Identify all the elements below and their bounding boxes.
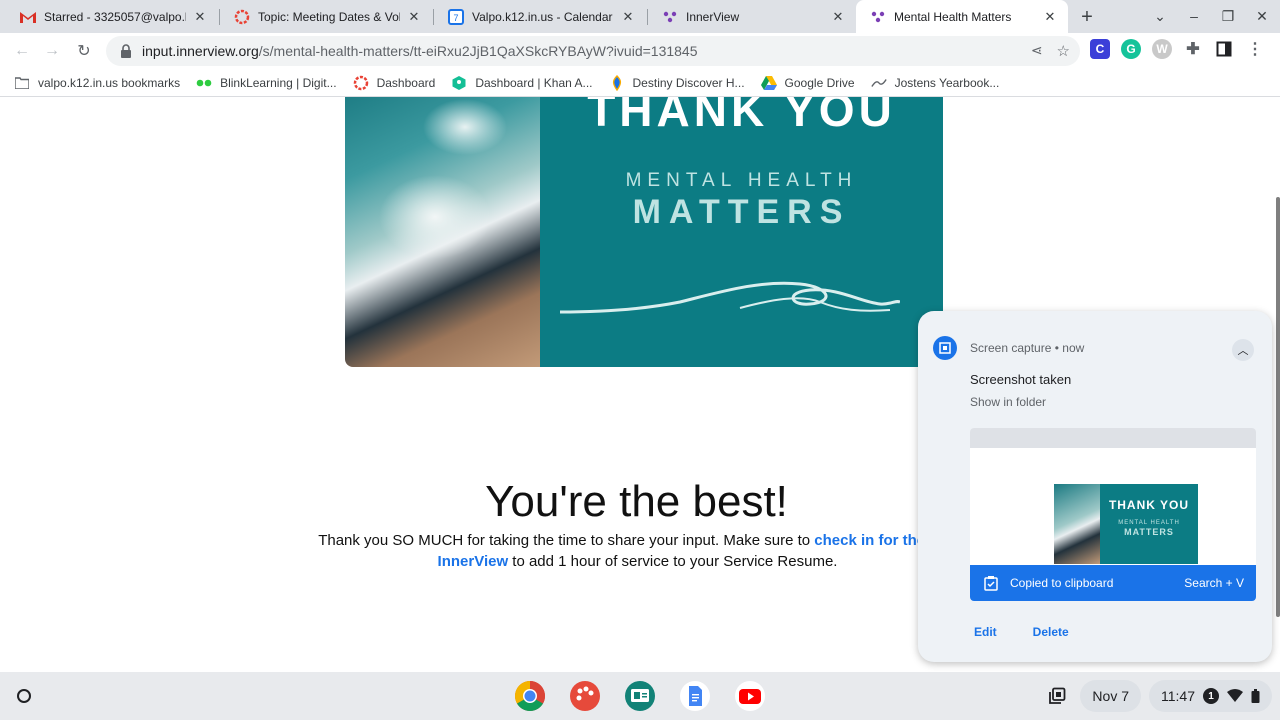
notification-actions: Edit Delete bbox=[974, 625, 1069, 639]
docs-icon bbox=[680, 681, 710, 711]
holding-space-button[interactable] bbox=[1042, 680, 1072, 712]
window-controls: ⌄ – ❐ ✕ bbox=[1150, 6, 1272, 26]
extensions-row: C G W ✚ ⋮ bbox=[1090, 39, 1265, 59]
tab-topic[interactable]: Topic: Meeting Dates & Volunteer ✕ bbox=[220, 0, 432, 33]
banner-thank-you: THANK YOU bbox=[587, 97, 896, 136]
reload-icon[interactable]: ↻ bbox=[72, 39, 96, 63]
thumbnail-tabbar bbox=[970, 428, 1256, 448]
toolbar: ← → ↻ input.innerview.org/s/mental-healt… bbox=[0, 33, 1280, 69]
launcher-icon bbox=[17, 689, 31, 703]
share-icon[interactable]: ⋖ bbox=[1031, 42, 1043, 60]
holding-space-icon bbox=[1049, 687, 1066, 704]
ocean-photo bbox=[345, 97, 540, 367]
close-icon[interactable]: ✕ bbox=[192, 9, 208, 25]
more-menu-icon[interactable]: ⋮ bbox=[1245, 39, 1265, 59]
status-tray: Nov 7 11:47 1 bbox=[1042, 680, 1272, 712]
lock-icon[interactable] bbox=[118, 43, 134, 59]
ring-icon bbox=[353, 75, 369, 91]
chrome-app[interactable] bbox=[512, 678, 548, 714]
close-icon[interactable]: ✕ bbox=[830, 9, 846, 25]
docs-app[interactable] bbox=[677, 678, 713, 714]
ring-icon bbox=[234, 9, 250, 25]
classroom-app[interactable] bbox=[622, 678, 658, 714]
collapse-chevron-icon[interactable]: ︿ bbox=[1232, 339, 1254, 361]
notification-title: Screenshot taken bbox=[970, 372, 1072, 387]
tab-calendar[interactable]: 7 Valpo.k12.in.us - Calendar - Week ✕ bbox=[434, 0, 646, 33]
chrome-icon bbox=[514, 681, 546, 712]
bookmark-drive[interactable]: Google Drive bbox=[760, 75, 855, 91]
youtube-app[interactable] bbox=[732, 678, 768, 714]
close-icon[interactable]: ✕ bbox=[620, 9, 636, 25]
minimize-icon[interactable]: – bbox=[1184, 6, 1204, 26]
innerview-link[interactable]: InnerView bbox=[438, 553, 509, 570]
youtube-icon bbox=[735, 681, 765, 711]
bookmark-khan[interactable]: Dashboard | Khan A... bbox=[451, 75, 593, 91]
address-bar[interactable]: input.innerview.org/s/mental-health-matt… bbox=[106, 36, 1080, 66]
clipboard-icon bbox=[982, 574, 1000, 592]
blink-icon bbox=[196, 75, 212, 91]
banner-matters: MATTERS bbox=[632, 193, 851, 231]
notification-source: Screen capture • now bbox=[970, 341, 1085, 355]
wave-decoration bbox=[560, 281, 900, 314]
innerview-icon bbox=[870, 9, 886, 25]
folder-icon bbox=[14, 75, 30, 91]
tab-mental-health[interactable]: Mental Health Matters ✕ bbox=[856, 0, 1068, 33]
close-window-icon[interactable]: ✕ bbox=[1252, 6, 1272, 26]
launcher-button[interactable] bbox=[8, 680, 40, 712]
bookmarks-bar: valpo.k12.in.us bookmarks BlinkLearning … bbox=[0, 69, 1280, 97]
calendar-icon: 7 bbox=[448, 8, 464, 25]
date-button[interactable]: Nov 7 bbox=[1080, 680, 1141, 712]
page-scrollbar[interactable] bbox=[1276, 197, 1280, 617]
bookmark-blink[interactable]: BlinkLearning | Digit... bbox=[196, 75, 337, 91]
forward-icon[interactable]: → bbox=[40, 39, 64, 63]
jostens-icon bbox=[870, 75, 887, 91]
notification-count-badge: 1 bbox=[1203, 688, 1219, 704]
side-panel-icon[interactable] bbox=[1214, 39, 1234, 59]
banner-panel: THANK YOU MENTAL HEALTH MATTERS bbox=[540, 97, 943, 367]
tab-starred[interactable]: Starred - 3325057@valpo.k12.in.us ✕ bbox=[6, 0, 218, 33]
extension-w-icon[interactable]: W bbox=[1152, 39, 1172, 59]
delete-button[interactable]: Delete bbox=[1033, 625, 1069, 639]
close-icon[interactable]: ✕ bbox=[406, 9, 422, 25]
thank-you-banner: THANK YOU MENTAL HEALTH MATTERS bbox=[345, 97, 943, 367]
back-icon[interactable]: ← bbox=[10, 39, 34, 63]
battery-icon bbox=[1251, 689, 1260, 703]
bookmark-star-icon[interactable]: ☆ bbox=[1057, 42, 1070, 60]
shelf: Nov 7 11:47 1 bbox=[0, 672, 1280, 720]
thumbnail-banner: THANK YOU MENTAL HEALTH MATTERS bbox=[1054, 484, 1198, 564]
drive-icon bbox=[760, 75, 777, 91]
tab-strip: Starred - 3325057@valpo.k12.in.us ✕ Topi… bbox=[0, 0, 1280, 33]
close-icon[interactable]: ✕ bbox=[1042, 9, 1058, 25]
edit-button[interactable]: Edit bbox=[974, 625, 997, 639]
bookmark-dashboard[interactable]: Dashboard bbox=[353, 75, 435, 91]
puzzle-icon[interactable]: ✚ bbox=[1183, 39, 1203, 59]
screenshot-notification: Screen capture • now ︿ Screenshot taken … bbox=[918, 311, 1272, 662]
bookmark-folder[interactable]: valpo.k12.in.us bookmarks bbox=[14, 75, 180, 91]
restore-icon[interactable]: ❐ bbox=[1218, 6, 1238, 26]
gmail-icon bbox=[20, 9, 36, 25]
banner-mental-health: MENTAL HEALTH bbox=[625, 170, 858, 191]
extension-c-icon[interactable]: C bbox=[1090, 39, 1110, 59]
svg-text:7: 7 bbox=[453, 13, 458, 23]
classroom-icon bbox=[625, 681, 655, 711]
screen-capture-icon bbox=[933, 336, 957, 360]
thank-you-message: Thank you SO MUCH for taking the time to… bbox=[318, 532, 957, 570]
show-in-folder-link[interactable]: Show in folder bbox=[970, 395, 1046, 409]
destiny-icon bbox=[609, 74, 625, 91]
tab-innerview[interactable]: InnerView ✕ bbox=[648, 0, 856, 33]
grammarly-icon[interactable]: G bbox=[1121, 39, 1141, 59]
palette-icon bbox=[570, 681, 600, 711]
screenshot-thumbnail[interactable]: THANK YOU MENTAL HEALTH MATTERS Copied t… bbox=[970, 428, 1256, 601]
canvas-app[interactable] bbox=[567, 678, 603, 714]
wifi-icon bbox=[1227, 689, 1243, 702]
tab-search-icon[interactable]: ⌄ bbox=[1150, 6, 1170, 26]
quick-settings-button[interactable]: 11:47 1 bbox=[1149, 680, 1272, 712]
innerview-icon bbox=[662, 9, 678, 25]
bookmark-destiny[interactable]: Destiny Discover H... bbox=[609, 74, 745, 91]
bookmark-jostens[interactable]: Jostens Yearbook... bbox=[870, 75, 999, 91]
new-tab-button[interactable]: + bbox=[1075, 5, 1099, 29]
pinned-apps bbox=[512, 678, 768, 714]
khan-icon bbox=[451, 75, 467, 91]
clipboard-bar: Copied to clipboard Search + V bbox=[970, 565, 1256, 601]
